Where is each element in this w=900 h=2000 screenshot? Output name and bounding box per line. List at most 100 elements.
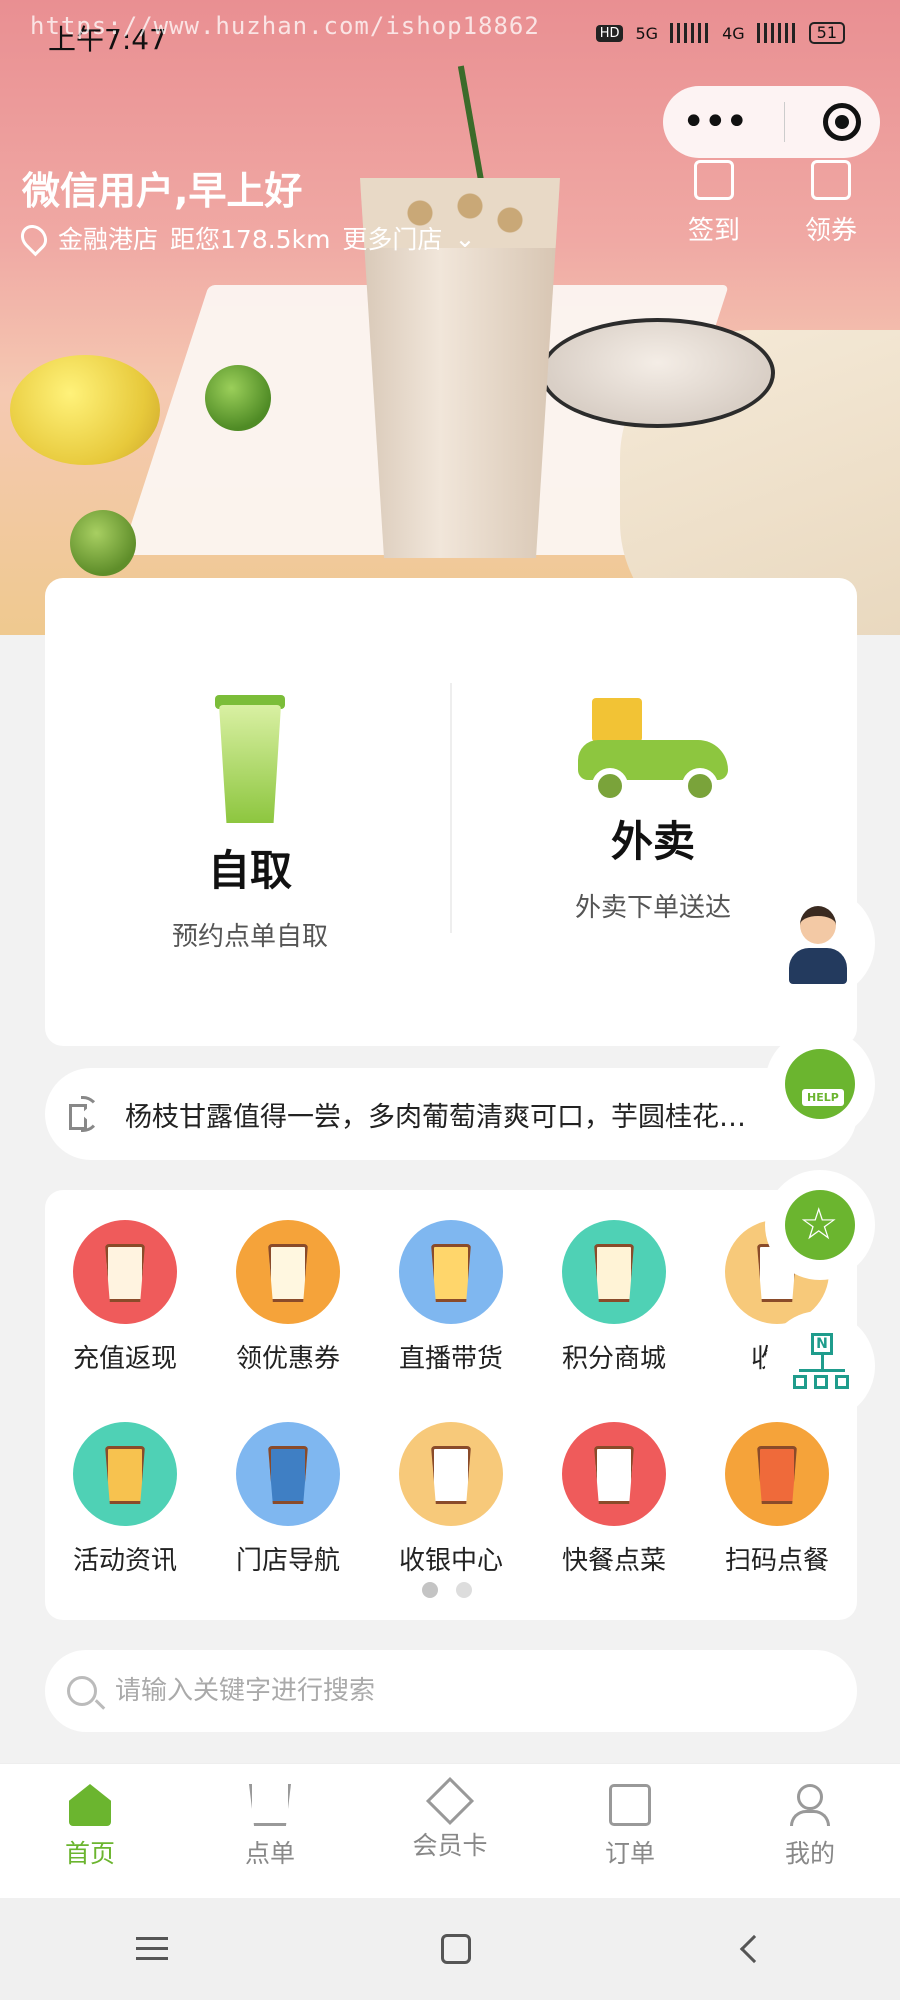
greeting-text: 微信用户,早上好 [22,169,303,213]
order-list-icon [609,1784,651,1826]
coupon-label: 领券 [805,216,858,246]
help-icon: HELP [785,1049,855,1119]
home-square-icon[interactable] [440,1934,471,1964]
sitemap-line [799,1369,845,1372]
hd-badge: HD [595,24,624,42]
watermark-text: https://www.huzhan.com/ishop18862 [30,12,540,40]
signal-icon [756,23,797,43]
diamond-icon [425,1776,475,1826]
home-icon [69,1784,111,1826]
grid-item-fast-food[interactable]: 快餐点菜 [539,1422,689,1577]
get-coupon-button[interactable]: 领券 [805,160,857,247]
fast-food-icon [562,1422,666,1526]
cup-graphic [431,1244,471,1302]
news-icon [73,1422,177,1526]
coupon-icon [236,1220,340,1324]
search-input[interactable] [115,1676,815,1706]
delivery-option[interactable]: 外卖 外卖下单送达 [488,683,818,924]
user-icon [789,1784,831,1826]
tab-order[interactable]: 点单 [180,1764,360,1898]
announcement-bar[interactable]: 杨枝甘露值得一尝，多肉葡萄清爽可口，芋圆桂花… [45,1068,857,1160]
miniprogram-capsule: ••• [663,86,880,158]
help-badge: HELP [802,1089,844,1106]
user-body [790,1810,830,1826]
cup-graphic [431,1446,471,1504]
pickup-cup-icon [215,683,285,823]
delivery-subtitle: 外卖下单送达 [574,893,731,923]
customer-service-button[interactable] [765,888,875,998]
grid-label: 充值返现 [72,1344,177,1374]
scan-order-icon [725,1422,829,1526]
pagination-dot-active[interactable] [422,1582,438,1598]
favorite-button[interactable]: ☆ [765,1170,875,1280]
cup-graphic [594,1244,634,1302]
tab-profile[interactable]: 我的 [720,1764,900,1898]
tab-member-card[interactable]: 会员卡 [360,1764,540,1898]
menu-icon[interactable] [136,1937,169,1961]
live-stream-icon [399,1220,503,1324]
more-menu-button[interactable]: ••• [682,102,749,142]
banner-lime [70,510,136,576]
store-location[interactable]: 金融港店 距您178.5km 更多门店 ⌄ [15,219,476,257]
grid-label: 直播带货 [398,1344,503,1374]
grid-pagination [422,1582,472,1598]
back-arrow-icon[interactable] [739,1934,768,1964]
points-mall-icon [562,1220,666,1324]
order-type-card: 自取 预约点单自取 外卖 外卖下单送达 [45,578,857,1046]
cup-icon [249,1784,291,1826]
grid-item-news[interactable]: 活动资讯 [50,1422,200,1577]
checkin-button[interactable]: 签到 [688,160,740,247]
checkin-label: 签到 [688,216,741,246]
delivery-title: 外卖 [610,817,695,866]
star-icon: ☆ [785,1190,855,1260]
scooter-wheel [682,768,718,804]
user-head [797,1784,823,1810]
network-4g-label: 4G [722,23,745,43]
help-button[interactable]: HELP [765,1029,875,1139]
banner-lime [205,365,271,431]
scooter-wheel [592,768,628,804]
grid-item-live[interactable]: 直播带货 [376,1220,526,1375]
grid-label: 门店导航 [235,1546,340,1576]
location-pin-icon [15,219,53,257]
feature-grid: 充值返现 领优惠券 直播带货 积分商城 收藏 活动资讯 门店导航 收银中心 快餐… [45,1190,857,1620]
order-divider [450,683,452,933]
coupon-bag-icon [811,160,851,200]
signal-icon [670,23,711,43]
close-miniprogram-icon[interactable] [823,103,862,141]
pagination-dot[interactable] [456,1582,472,1598]
agent-head [800,906,836,944]
system-navigation-bar [0,1898,900,2000]
sitemap-node [793,1375,807,1389]
cup-graphic [594,1446,634,1504]
banner-lemon [10,355,160,465]
grid-label: 扫码点餐 [724,1546,829,1576]
store-name: 金融港店 [58,225,159,254]
grid-item-scan-order[interactable]: 扫码点餐 [702,1422,852,1577]
pickup-option[interactable]: 自取 预约点单自取 [85,683,415,953]
grid-item-points-mall[interactable]: 积分商城 [539,1220,689,1375]
site-nav-button[interactable]: N [765,1311,875,1421]
grid-item-coupons[interactable]: 领优惠券 [213,1220,363,1375]
speaker-cone [81,1096,99,1132]
hero-banner: 上午7:47 https://www.huzhan.com/ishop18862… [0,0,900,635]
search-bar[interactable] [45,1650,857,1732]
grid-item-recharge[interactable]: 充值返现 [50,1220,200,1375]
cup-body [219,705,281,823]
more-stores-link[interactable]: 更多门店 [342,220,442,256]
grid-label: 收银中心 [398,1546,503,1576]
cup-graphic [268,1446,308,1504]
grid-item-cashier[interactable]: 收银中心 [376,1422,526,1577]
tab-home[interactable]: 首页 [0,1764,180,1898]
chevron-down-icon: ⌄ [454,223,476,253]
recharge-icon [73,1220,177,1324]
tab-orders[interactable]: 订单 [540,1764,720,1898]
cashier-icon [399,1422,503,1526]
tab-label: 首页 [64,1839,115,1868]
grid-item-store-nav[interactable]: 门店导航 [213,1422,363,1577]
sitemap-node [835,1375,849,1389]
agent-torso [789,948,847,984]
pickup-title: 自取 [207,846,292,895]
store-distance: 距您178.5km [170,225,331,254]
cup-graphic [105,1446,145,1504]
